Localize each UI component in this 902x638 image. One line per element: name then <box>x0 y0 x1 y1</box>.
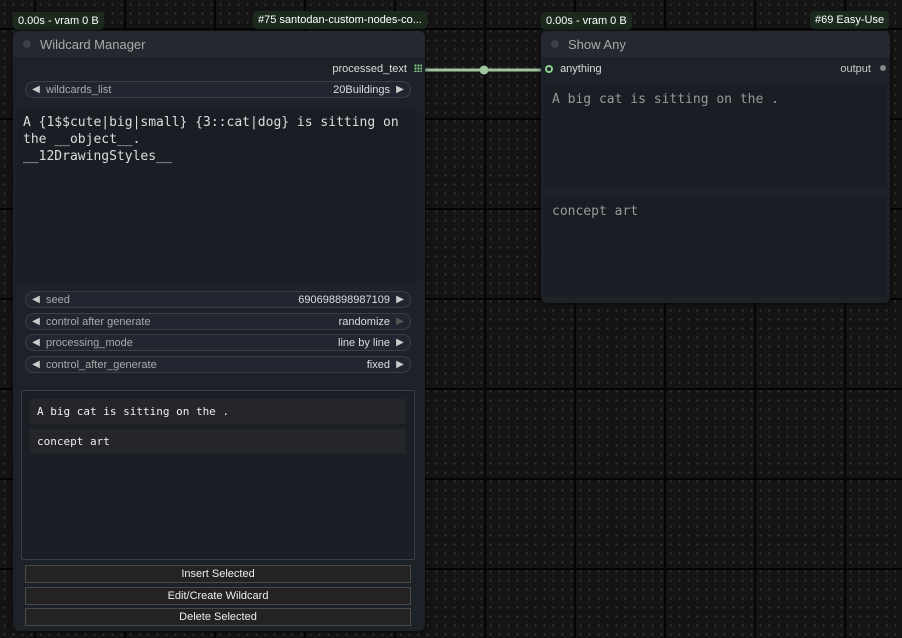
processed-results-list[interactable]: A big cat is sitting on the . concept ar… <box>21 390 415 560</box>
increment-arrow-icon[interactable]: ▶ <box>394 316 406 327</box>
list-item[interactable]: A big cat is sitting on the . <box>30 399 406 424</box>
widget-value: 690698898987109 <box>298 293 390 306</box>
output-slot[interactable]: output <box>780 63 886 75</box>
delete-selected-button[interactable]: Delete Selected <box>25 608 411 626</box>
decrement-arrow-icon[interactable]: ◀ <box>30 316 42 327</box>
list-item[interactable]: concept art <box>30 429 406 454</box>
show-any-text-output-2[interactable]: concept art <box>545 196 886 296</box>
widget-value: 20Buildings <box>333 83 390 96</box>
output-slot-dot-icon[interactable] <box>880 65 886 71</box>
processed-text-output[interactable]: processed_text <box>300 63 422 75</box>
wildcard-node-id-badge: #75 santodan-custom-nodes-co... <box>253 11 427 29</box>
wildcard-node-timing-badge: 0.00s - vram 0 B <box>13 12 104 30</box>
anything-input-slot[interactable]: anything <box>545 63 602 75</box>
insert-selected-button[interactable]: Insert Selected <box>25 565 411 583</box>
seed-number-widget[interactable]: ◀ seed 690698898987109 ▶ <box>25 291 411 308</box>
input-label: anything <box>560 63 602 75</box>
increment-arrow-icon[interactable]: ▶ <box>394 294 406 305</box>
wildcard-manager-title-bar[interactable]: Wildcard Manager <box>13 31 425 57</box>
output-label: output <box>840 63 871 75</box>
widget-value: line by line <box>338 336 390 349</box>
widget-label: processing_mode <box>46 336 133 349</box>
increment-arrow-icon[interactable]: ▶ <box>394 84 406 95</box>
widget-label: wildcards_list <box>46 83 112 96</box>
widget-value: fixed <box>366 358 390 371</box>
node-title: Wildcard Manager <box>40 36 146 52</box>
increment-arrow-icon[interactable]: ▶ <box>394 359 406 370</box>
showany-node-timing-badge: 0.00s - vram 0 B <box>541 12 632 30</box>
collapse-dot-icon[interactable] <box>551 40 559 48</box>
show-any-title-bar[interactable]: Show Any <box>541 31 890 57</box>
input-slot-ring-icon[interactable] <box>545 65 553 73</box>
show-any-text-output-1[interactable]: A big cat is sitting on the . <box>545 84 886 186</box>
output-label: processed_text <box>332 63 407 75</box>
edit-create-wildcard-button[interactable]: Edit/Create Wildcard <box>25 587 411 605</box>
control-after-generate-combo[interactable]: ◀ control after generate randomize ▶ <box>25 313 411 330</box>
widget-value: randomize <box>338 315 390 328</box>
decrement-arrow-icon[interactable]: ◀ <box>30 294 42 305</box>
wildcard-prompt-textarea[interactable]: A {1$$cute|big|small} {3::cat|dog} is si… <box>17 110 417 282</box>
collapse-dot-icon[interactable] <box>23 40 31 48</box>
widget-label: control_after_generate <box>46 358 157 371</box>
decrement-arrow-icon[interactable]: ◀ <box>30 359 42 370</box>
link-midpoint-handle <box>479 65 489 75</box>
wildcards-list-combo[interactable]: ◀ wildcards_list 20Buildings ▶ <box>25 81 411 98</box>
decrement-arrow-icon[interactable]: ◀ <box>30 84 42 95</box>
widget-label: seed <box>46 293 70 306</box>
control-after-generate-fixed-combo[interactable]: ◀ control_after_generate fixed ▶ <box>25 356 411 373</box>
decrement-arrow-icon[interactable]: ◀ <box>30 337 42 348</box>
grid-output-slot-icon[interactable] <box>414 64 422 72</box>
node-title: Show Any <box>568 36 626 52</box>
increment-arrow-icon[interactable]: ▶ <box>394 337 406 348</box>
processing-mode-combo[interactable]: ◀ processing_mode line by line ▶ <box>25 334 411 351</box>
showany-node-id-badge: #69 Easy-Use <box>810 11 890 29</box>
widget-label: control after generate <box>46 315 151 328</box>
